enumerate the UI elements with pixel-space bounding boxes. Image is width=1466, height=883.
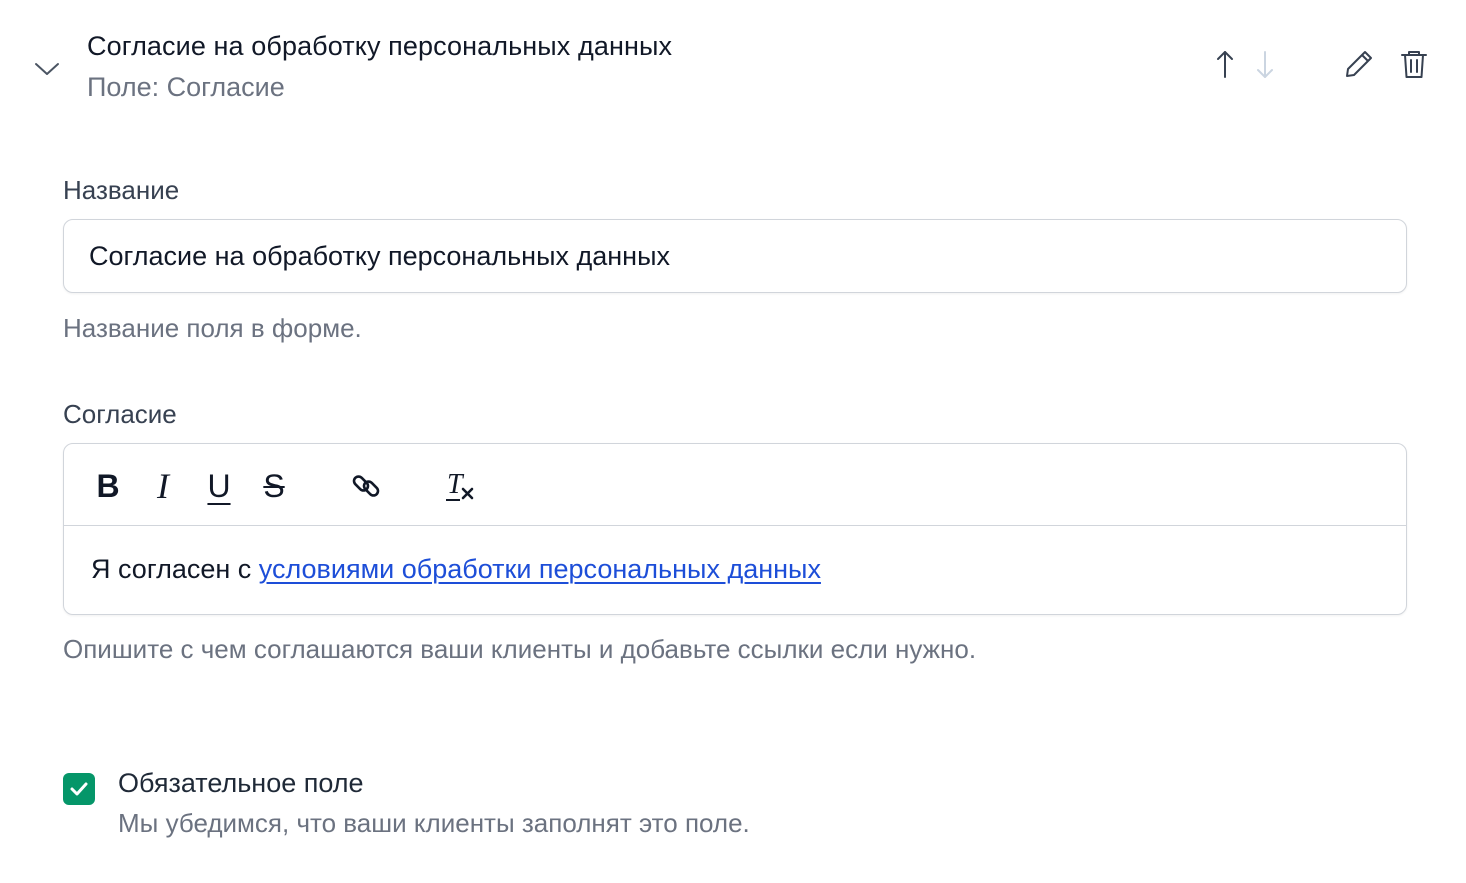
content-text: Я согласен с bbox=[91, 554, 259, 584]
editor-toolbar: B I U S T bbox=[64, 444, 1406, 526]
underline-icon: U bbox=[207, 467, 231, 504]
terms-link[interactable]: условиями обработки персональных данных bbox=[259, 554, 821, 584]
field-subtitle: Поле: Согласие bbox=[87, 72, 285, 102]
clear-format-button[interactable]: T bbox=[440, 466, 480, 506]
consent-label: Согласие bbox=[63, 399, 177, 429]
required-help-text: Мы убедимся, что ваши клиенты заполнят э… bbox=[118, 808, 750, 838]
name-input[interactable] bbox=[63, 219, 1407, 293]
underline-button[interactable]: U bbox=[199, 466, 239, 506]
checkmark-icon bbox=[70, 782, 88, 796]
delete-button[interactable] bbox=[1394, 44, 1434, 84]
svg-text:T: T bbox=[447, 469, 465, 500]
pencil-icon bbox=[1346, 51, 1372, 77]
name-label: Название bbox=[63, 175, 180, 205]
move-down-button[interactable] bbox=[1245, 44, 1285, 84]
trash-icon bbox=[1401, 51, 1427, 78]
field-title: Согласие на обработку персональных данны… bbox=[87, 31, 673, 61]
move-up-button[interactable] bbox=[1205, 44, 1245, 84]
italic-button[interactable]: I bbox=[143, 466, 183, 506]
editor-content[interactable]: Я согласен с условиями обработки персона… bbox=[91, 554, 821, 585]
required-label: Обязательное поле bbox=[118, 768, 364, 798]
strikethrough-icon: S bbox=[263, 467, 285, 504]
chevron-down-icon bbox=[35, 63, 59, 75]
collapse-button[interactable] bbox=[30, 52, 64, 86]
edit-button[interactable] bbox=[1339, 44, 1379, 84]
form-field-editor: Согласие на обработку персональных данны… bbox=[0, 0, 1466, 883]
bold-button[interactable]: B bbox=[88, 466, 128, 506]
italic-icon: I bbox=[157, 466, 169, 506]
rich-text-editor: B I U S T Я согласен с условиями обработ… bbox=[63, 443, 1407, 615]
arrow-up-icon bbox=[1217, 51, 1233, 78]
required-checkbox[interactable] bbox=[63, 773, 95, 805]
arrow-down-icon bbox=[1257, 51, 1273, 78]
clear-format-icon: T bbox=[446, 469, 474, 501]
link-button[interactable] bbox=[346, 466, 386, 506]
name-help-text: Название поля в форме. bbox=[63, 313, 362, 343]
strikethrough-button[interactable]: S bbox=[254, 466, 294, 506]
bold-icon: B bbox=[96, 467, 120, 504]
link-icon bbox=[352, 475, 380, 497]
consent-help-text: Опишите с чем соглашаются ваши клиенты и… bbox=[63, 634, 977, 664]
